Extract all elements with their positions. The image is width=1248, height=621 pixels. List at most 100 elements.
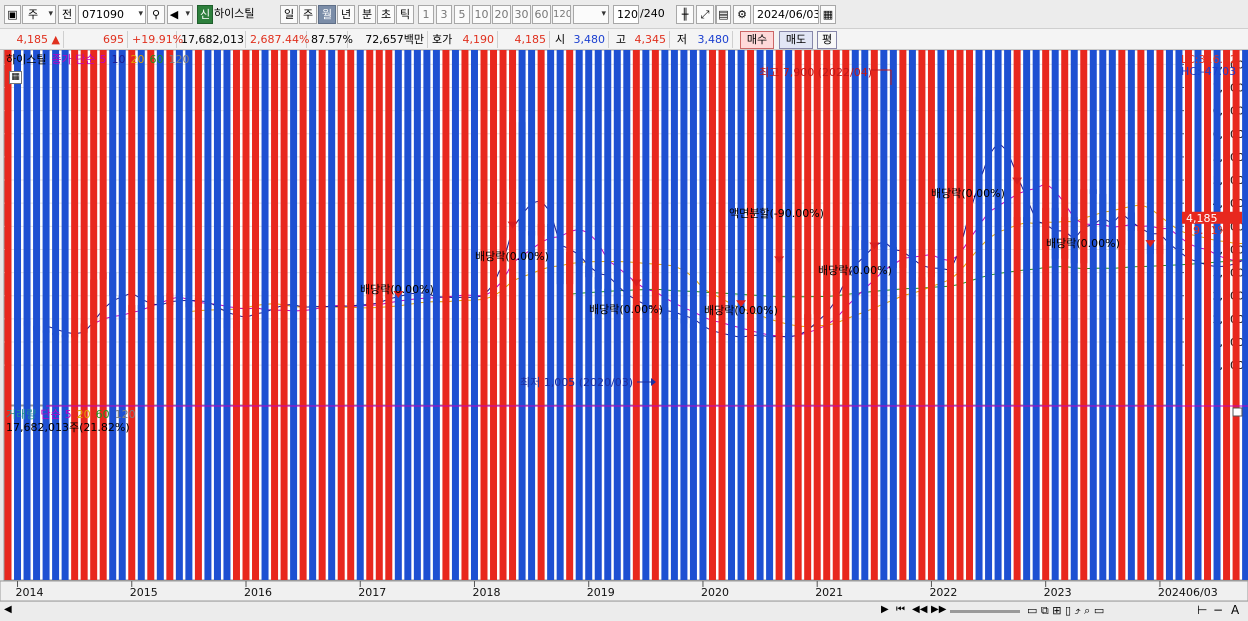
volume-bar: [528, 50, 536, 581]
interval-1[interactable]: 1: [418, 5, 434, 24]
interval-60[interactable]: 60: [532, 5, 551, 24]
volume-bar: [813, 50, 821, 580]
volume-bar: [880, 50, 888, 580]
annotation-dividend-2019: 배당락(0.00%): [589, 303, 663, 316]
interval-30[interactable]: 30: [512, 5, 531, 24]
count-total: /240: [640, 7, 665, 20]
zoom-out-icon[interactable]: ⊢: [1197, 603, 1207, 617]
speaker-icon[interactable]: ◀: [167, 5, 193, 24]
volume-bar: [842, 50, 850, 580]
scroll-next-icon[interactable]: ▶▶: [931, 604, 946, 615]
table-toggle-icon[interactable]: ▦: [9, 71, 22, 84]
interval-custom-select[interactable]: [573, 5, 609, 24]
period-tick[interactable]: 틱: [396, 5, 414, 24]
current-price-pct-label: 19.91%: [1186, 224, 1228, 237]
volume-bar: [918, 50, 926, 580]
volume-bar: [804, 50, 812, 580]
volume-bar: [194, 50, 202, 580]
volume-bar: [1004, 50, 1012, 580]
volume-bar: [556, 50, 564, 580]
prev-button[interactable]: 전: [58, 5, 76, 24]
stock-chart[interactable]: 7,5007,0006,5006,0005,5005,0004,5004,000…: [0, 50, 1248, 621]
period-minute[interactable]: 분: [358, 5, 376, 24]
annotation-dividend-2022: 배당락(0.00%): [931, 187, 1005, 200]
volume-bar: [1184, 50, 1192, 580]
volume-bar: [137, 50, 145, 580]
volume-bar: [1051, 50, 1059, 580]
x-tick-label: 2017: [358, 586, 386, 599]
x-last-label: 06/03: [1186, 586, 1218, 599]
search-icon[interactable]: ⚲: [147, 5, 165, 24]
settings-gear-icon[interactable]: ⚙: [733, 5, 751, 24]
calendar-icon[interactable]: ▦: [820, 5, 836, 24]
date-input[interactable]: 2024/06/03: [753, 5, 819, 24]
zoom-slider[interactable]: [950, 610, 1020, 613]
volume-bar: [1156, 50, 1164, 580]
minus-icon[interactable]: −: [1213, 603, 1223, 617]
layout-icon[interactable]: ▭ ⧉ ⊞ ▯ ⤴ ⌕ ▭: [1027, 604, 1104, 618]
volume-bar: [223, 50, 231, 581]
volume-bar: [985, 50, 993, 580]
ma120-label: 120: [168, 53, 190, 66]
period-month[interactable]: 월: [318, 5, 336, 24]
period-day[interactable]: 일: [280, 5, 298, 24]
volume-bar: [185, 50, 193, 580]
volume-bar: [299, 50, 307, 580]
x-tick-label: 2021: [815, 586, 843, 599]
volume-bar: [1175, 50, 1183, 581]
drawing-tool-icon[interactable]: ⤢: [696, 5, 714, 24]
x-tick-label: 2022: [929, 586, 957, 599]
stock-code-input[interactable]: 071090: [78, 5, 146, 24]
sell-button[interactable]: 매도: [779, 31, 813, 49]
scroll-first-icon[interactable]: ⏮: [896, 604, 905, 615]
volume-bar: [432, 50, 440, 580]
candle-type-icon[interactable]: ╫: [676, 5, 694, 24]
avg-button[interactable]: 평: [817, 31, 837, 49]
volume-bar: [937, 50, 945, 580]
volume-bar: [271, 50, 279, 580]
volume-bar: [566, 50, 574, 580]
volume-bar: [147, 50, 155, 581]
volume-title: 거래량: [6, 408, 37, 421]
interval-5[interactable]: 5: [454, 5, 470, 24]
period-week[interactable]: 주: [299, 5, 317, 24]
volume-bar: [1042, 50, 1050, 580]
volume-bar: [1089, 50, 1097, 580]
interval-3[interactable]: 3: [436, 5, 452, 24]
x-tick-label: 2024: [1158, 586, 1186, 599]
volume-bar: [461, 50, 469, 580]
annotation-dividend-2023: 배당락(0.00%): [1046, 237, 1120, 250]
interval-20[interactable]: 20: [492, 5, 511, 24]
volume-bar: [1023, 50, 1031, 580]
period-year[interactable]: 년: [337, 5, 355, 24]
volume-bar: [547, 50, 555, 580]
period-second[interactable]: 초: [377, 5, 395, 24]
scroll-left-icon[interactable]: ◀: [4, 604, 12, 615]
volume-bar: [404, 50, 412, 580]
low-label: 저: [676, 33, 687, 46]
scroll-prev-icon[interactable]: ◀◀: [912, 604, 927, 615]
volume-bar: [908, 50, 916, 580]
interval-120[interactable]: 120: [552, 5, 571, 24]
volume-bar: [1118, 50, 1126, 580]
volume-bar: [680, 50, 688, 580]
volume-bar: [1165, 50, 1173, 580]
volume-bar: [1032, 50, 1040, 580]
volume-bar: [1108, 50, 1116, 580]
volume-bar: [670, 50, 678, 580]
buy-button[interactable]: 매수: [740, 31, 774, 49]
volume-bar: [4, 50, 12, 580]
window-icon[interactable]: ▣: [4, 5, 21, 24]
volume-bar: [537, 50, 545, 580]
market-select[interactable]: 주: [22, 5, 56, 24]
save-icon[interactable]: ▤: [716, 5, 731, 24]
volume-bar: [413, 50, 421, 580]
font-size-icon[interactable]: A: [1231, 603, 1239, 617]
volume-bar: [1137, 50, 1145, 580]
vma20-label: 20: [76, 408, 91, 421]
volume-bar: [33, 50, 41, 580]
trade-amount: 72,657백만: [350, 31, 428, 48]
count-input[interactable]: 120: [613, 5, 639, 24]
interval-10[interactable]: 10: [472, 5, 491, 24]
scroll-right-icon[interactable]: ▶: [881, 604, 889, 615]
